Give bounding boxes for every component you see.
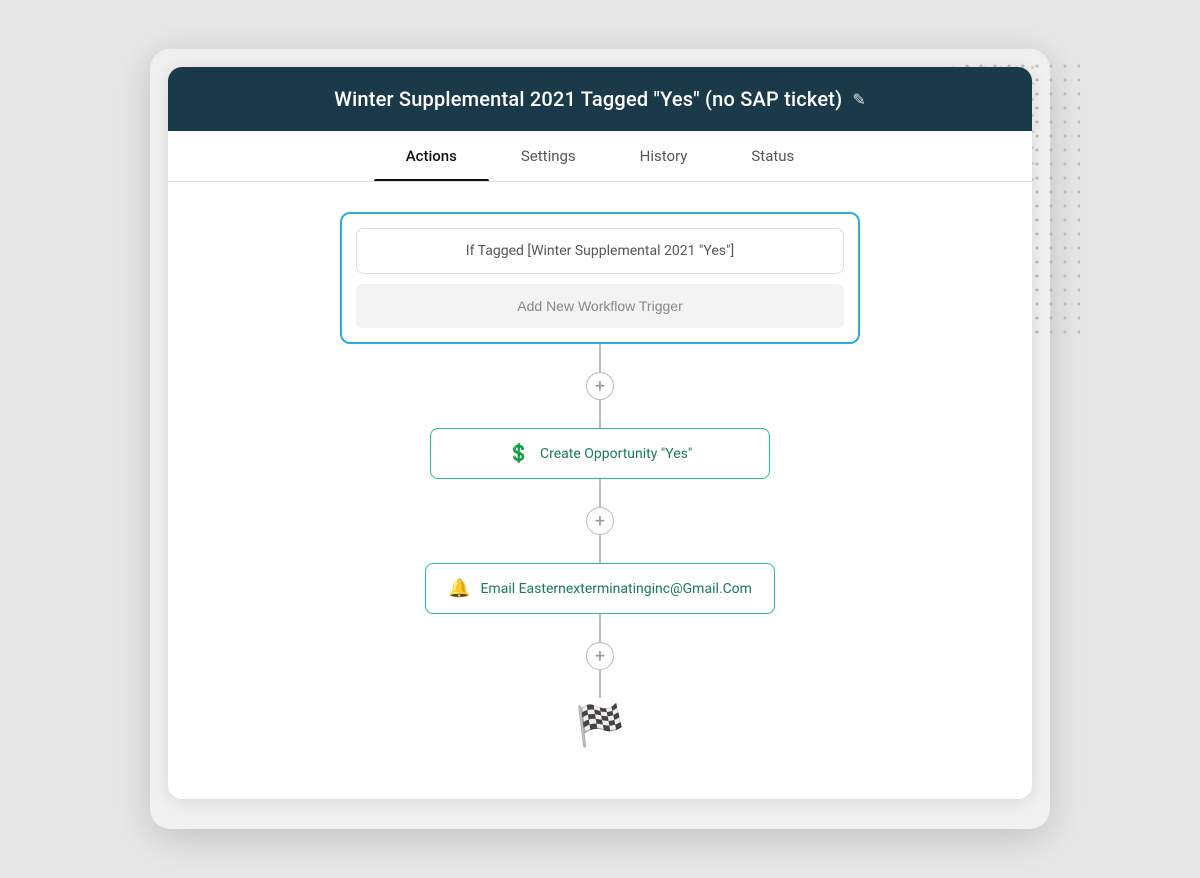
main-card: Winter Supplemental 2021 Tagged "Yes" (n… xyxy=(168,67,1032,799)
connector-2: + xyxy=(586,479,614,563)
add-step-button-2[interactable]: + xyxy=(586,507,614,535)
card-header: Winter Supplemental 2021 Tagged "Yes" (n… xyxy=(168,67,1032,131)
connector-line xyxy=(599,479,601,507)
connector-3: + xyxy=(586,614,614,698)
connector-line xyxy=(599,400,601,428)
outer-wrapper: Winter Supplemental 2021 Tagged "Yes" (n… xyxy=(150,49,1050,829)
connector-1: + xyxy=(586,344,614,428)
trigger-condition: If Tagged [Winter Supplemental 2021 "Yes… xyxy=(356,228,844,274)
add-step-button-3[interactable]: + xyxy=(586,642,614,670)
tab-settings[interactable]: Settings xyxy=(489,131,608,181)
tab-history[interactable]: History xyxy=(608,131,720,181)
workflow-title: Winter Supplemental 2021 Tagged "Yes" (n… xyxy=(334,87,842,111)
tabs-bar: Actions Settings History Status xyxy=(168,131,1032,182)
edit-icon[interactable]: ✎ xyxy=(852,90,865,109)
finish-flag-icon: 🏁 xyxy=(575,702,625,749)
email-bell-icon: 🔔 xyxy=(448,578,470,599)
connector-line xyxy=(599,344,601,372)
card-body: If Tagged [Winter Supplemental 2021 "Yes… xyxy=(168,182,1032,799)
action-node-create-opportunity[interactable]: 💲 Create Opportunity "Yes" xyxy=(430,428,770,479)
action-label-email: Email Easternexterminatinginc@Gmail.Com xyxy=(480,581,751,597)
connector-line xyxy=(599,535,601,563)
action-label-create-opportunity: Create Opportunity "Yes" xyxy=(540,446,692,462)
tab-actions[interactable]: Actions xyxy=(374,131,489,181)
trigger-box: If Tagged [Winter Supplemental 2021 "Yes… xyxy=(340,212,860,344)
add-step-button-1[interactable]: + xyxy=(586,372,614,400)
connector-line xyxy=(599,614,601,642)
tab-status[interactable]: Status xyxy=(719,131,826,181)
action-node-email[interactable]: 🔔 Email Easternexterminatinginc@Gmail.Co… xyxy=(425,563,775,614)
add-trigger-button[interactable]: Add New Workflow Trigger xyxy=(356,284,844,328)
opportunity-icon: 💲 xyxy=(508,443,530,464)
connector-line xyxy=(599,670,601,698)
